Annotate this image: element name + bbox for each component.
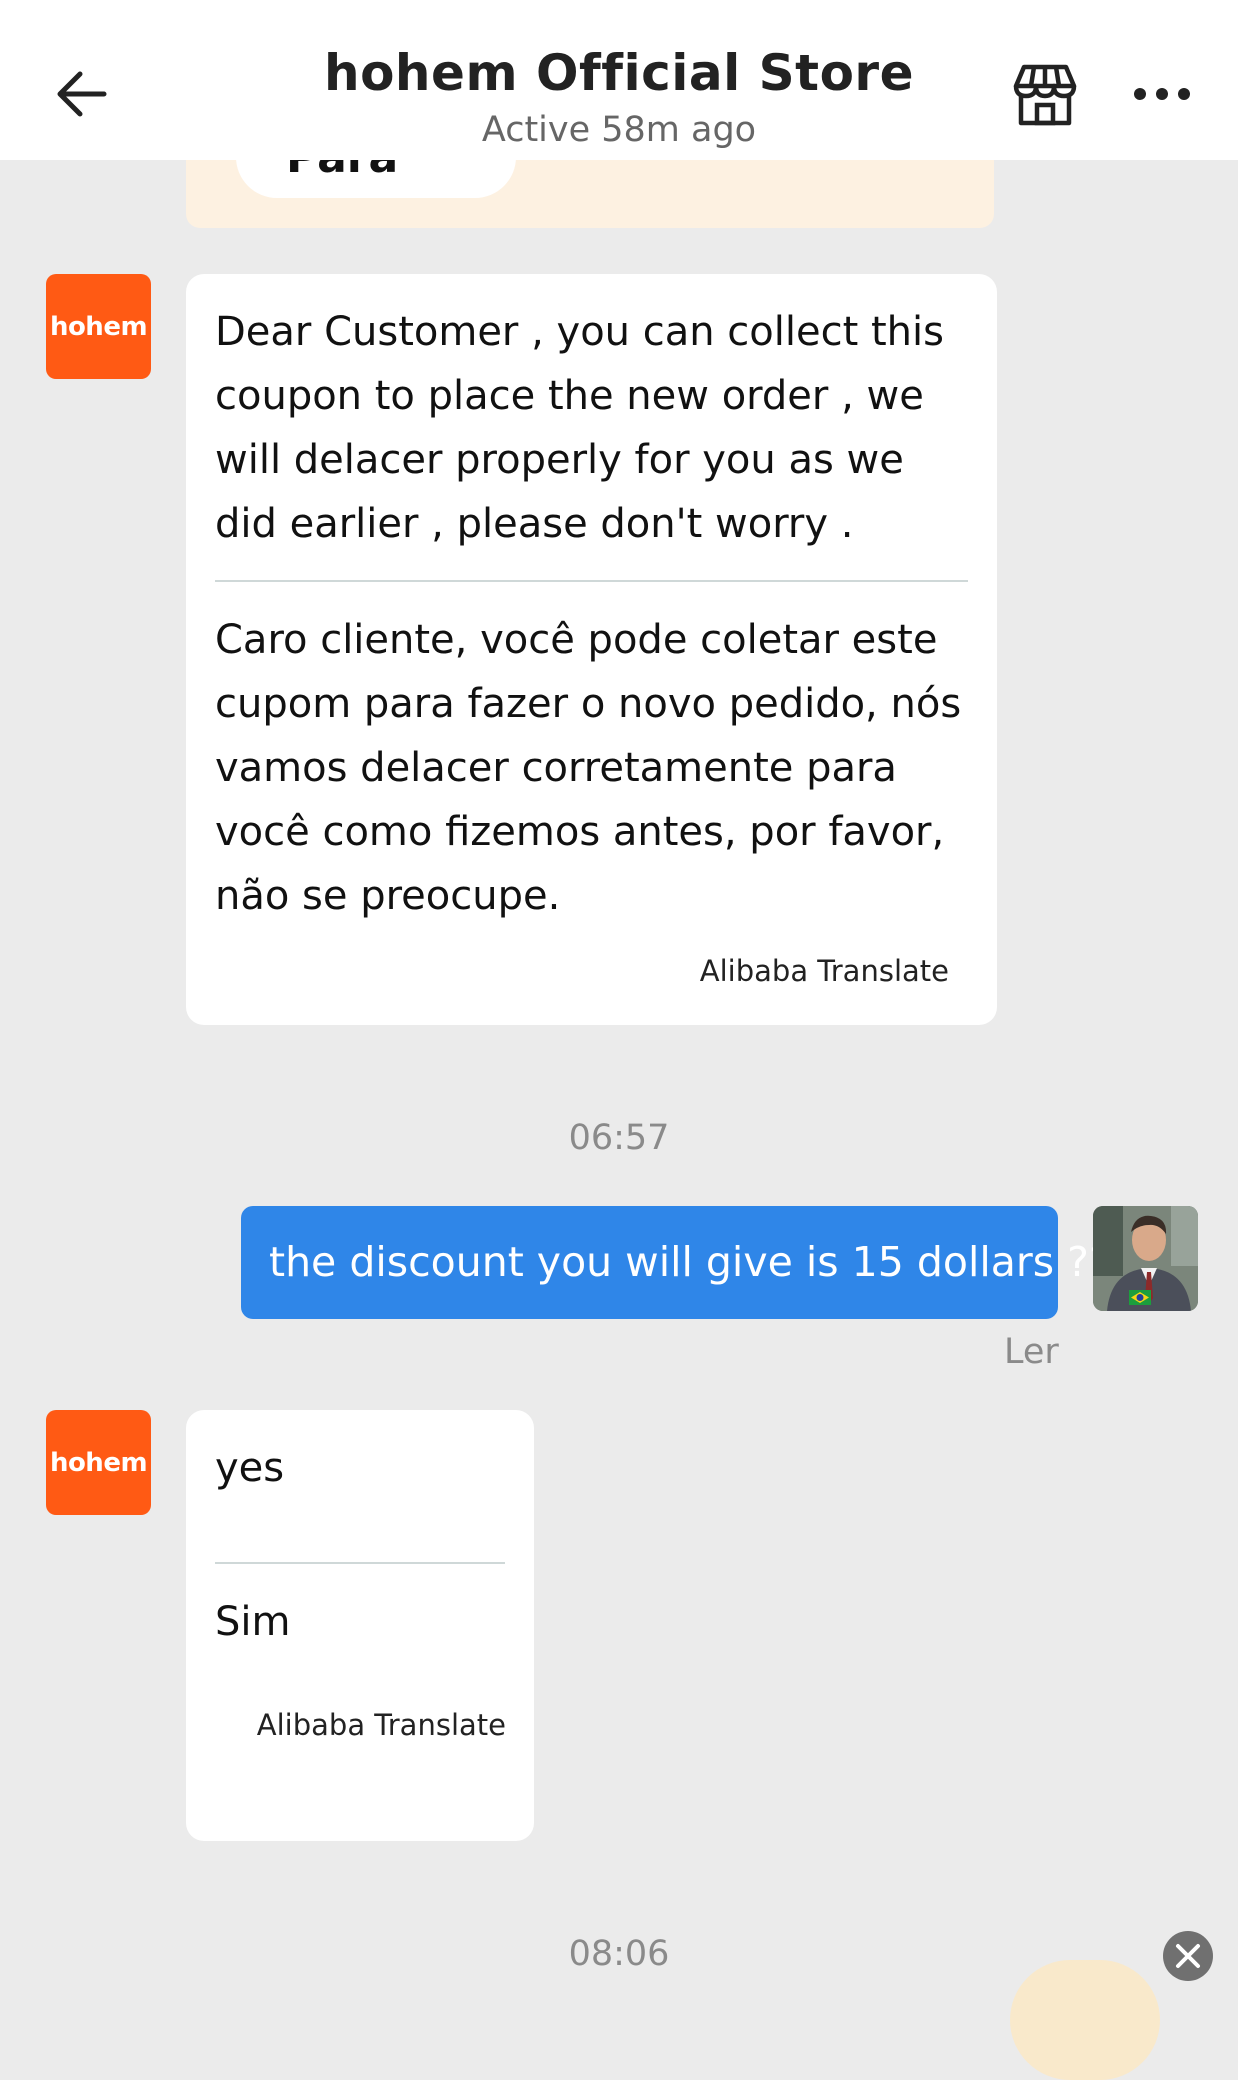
store-icon bbox=[1013, 64, 1077, 126]
read-status: Ler bbox=[1004, 1332, 1059, 1372]
message-bubble-user[interactable]: the discount you will give is 15 dollars… bbox=[241, 1206, 1111, 1319]
user-photo bbox=[1093, 1206, 1198, 1311]
shop-avatar[interactable]: hohem bbox=[46, 274, 151, 379]
message-timestamp: 06:57 bbox=[568, 1118, 670, 1158]
message-bubble-shop[interactable]: yes Sim Alibaba Translate bbox=[186, 1410, 534, 1841]
user-avatar[interactable] bbox=[1093, 1206, 1198, 1311]
shop-logo-text: hohem bbox=[49, 311, 148, 342]
message-original-text: Dear Customer , you can collect this cou… bbox=[215, 309, 944, 547]
message-translated-text: Sim bbox=[215, 1599, 291, 1645]
message-bubble-shop[interactable]: Dear Customer , you can collect this cou… bbox=[186, 274, 997, 1025]
store-button[interactable] bbox=[1010, 62, 1080, 128]
more-horizontal-icon bbox=[1134, 88, 1190, 100]
translation-source: Alibaba Translate bbox=[699, 954, 949, 988]
floating-widget-glow bbox=[1010, 1960, 1160, 2080]
more-options-button[interactable] bbox=[1130, 70, 1194, 118]
translation-source: Alibaba Translate bbox=[256, 1708, 506, 1742]
translation-divider bbox=[215, 580, 968, 582]
chat-header: hohem Official Store Active 58m ago bbox=[0, 0, 1238, 160]
shop-logo-text: hohem bbox=[49, 1447, 148, 1478]
message-original-text: yes bbox=[215, 1445, 285, 1491]
translation-divider bbox=[215, 1562, 505, 1564]
close-button[interactable] bbox=[1163, 1931, 1213, 1981]
shop-avatar[interactable]: hohem bbox=[46, 1410, 151, 1515]
close-icon bbox=[1176, 1944, 1200, 1968]
message-translated-text: Caro cliente, você pode coletar este cup… bbox=[215, 617, 962, 919]
